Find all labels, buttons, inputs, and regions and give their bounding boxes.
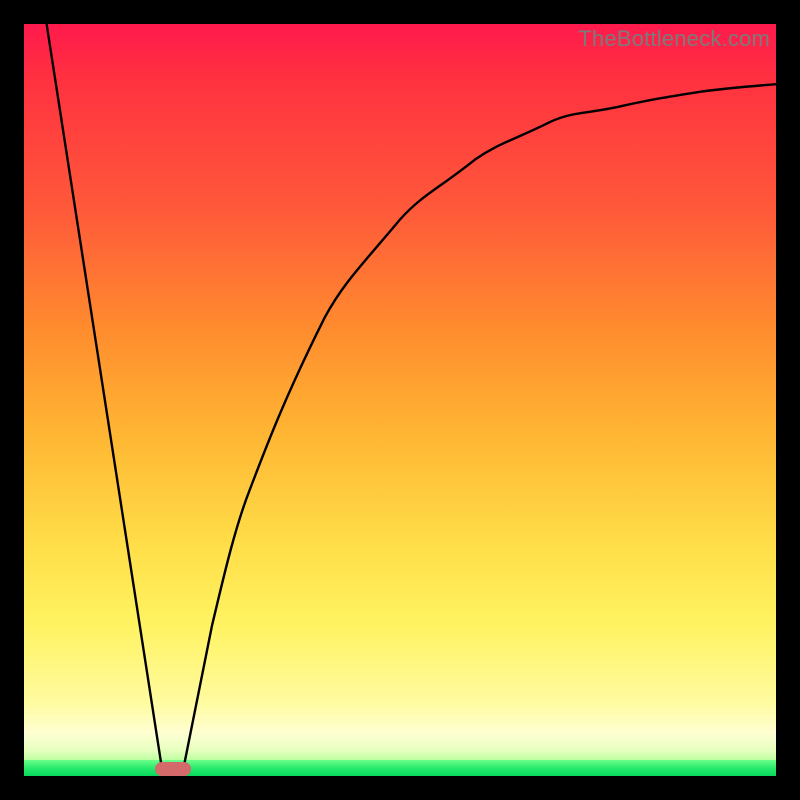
left-branch-line — [47, 24, 164, 776]
optimal-point-marker — [155, 762, 191, 776]
bottleneck-curve — [24, 24, 776, 776]
plot-area: TheBottleneck.com — [24, 24, 776, 776]
right-branch-curve — [182, 84, 776, 776]
chart-frame: TheBottleneck.com — [0, 0, 800, 800]
